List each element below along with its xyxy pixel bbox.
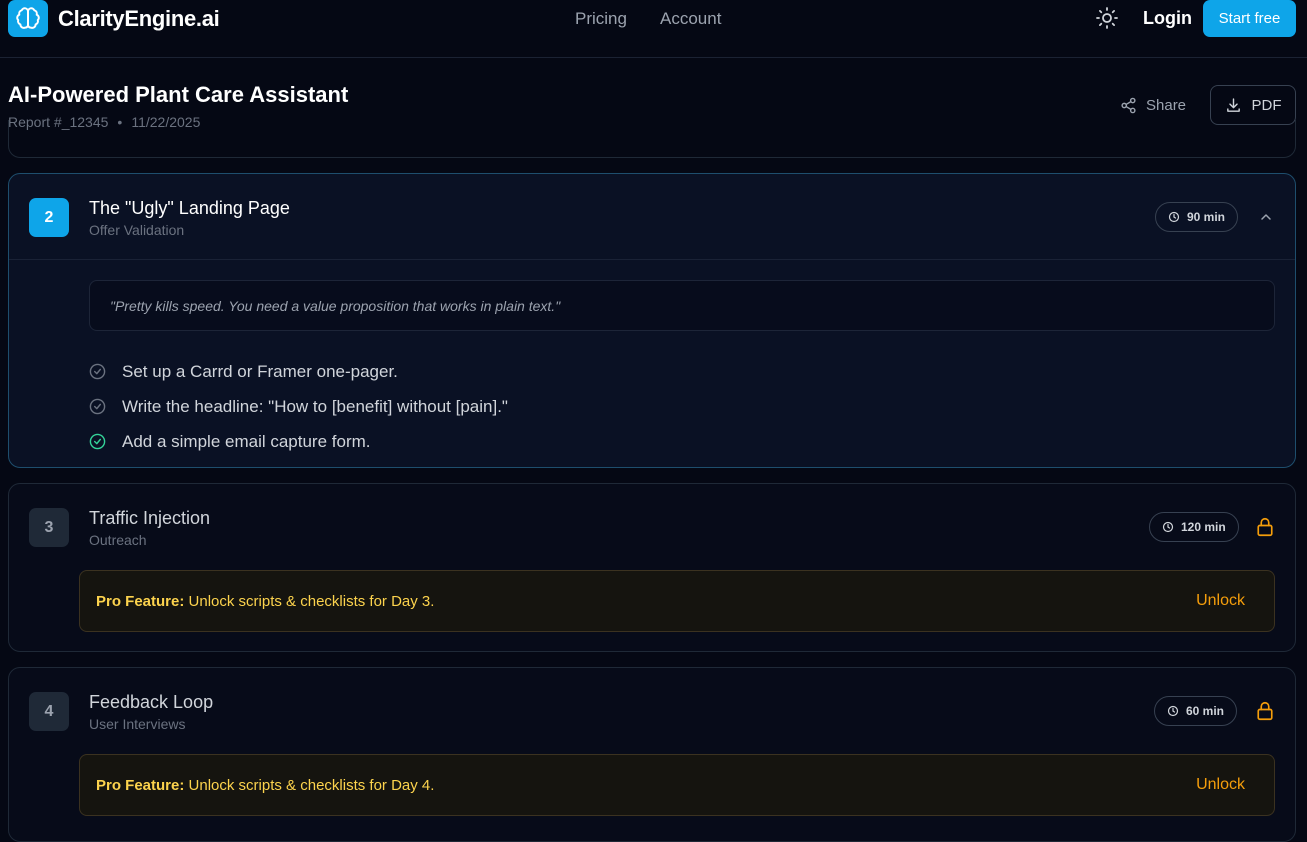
task-item[interactable]: Set up a Carrd or Framer one-pager. [89,354,508,389]
day-title: Traffic Injection [89,508,211,528]
pro-feature-label: Pro Feature: [96,776,185,794]
duration-text: 90 min [1187,210,1226,224]
clock-icon [1167,705,1179,717]
day-subtitle: Offer Validation [89,222,185,238]
day-card-2: 2 The "Ugly" Landing Page Offer Validati… [8,173,1296,468]
meta-separator: • [117,114,123,130]
task-text: Add a simple email capture form. [122,431,371,451]
clock-icon [1168,211,1180,223]
pdf-button[interactable]: PDF [1210,85,1296,125]
duration-badge: 60 min [1154,696,1238,726]
unlock-button[interactable]: Unlock [1196,776,1245,794]
start-free-button[interactable]: Start free [1203,0,1296,37]
day-card-4: 4 Feedback Loop User Interviews 60 min P… [8,667,1296,842]
pro-feature-banner: Pro Feature: Unlock scripts & checklists… [79,570,1275,632]
chevron-up-icon[interactable] [1258,209,1274,225]
check-circle-icon[interactable] [89,398,106,415]
top-navbar: ClarityEngine.ai Pricing Account Login S… [0,0,1307,58]
task-text: Set up a Carrd or Framer one-pager. [122,361,398,381]
share-label: Share [1146,96,1187,114]
task-item[interactable]: Write the headline: "How to [benefit] wi… [89,389,508,424]
duration-badge: 90 min [1155,202,1239,232]
duration-badge: 120 min [1149,512,1239,542]
day-number-badge: 3 [29,508,69,547]
lock-icon [1257,701,1273,721]
report-date: 11/22/2025 [131,114,201,130]
pro-feature-text: Unlock scripts & checklists for Day 3. [188,592,435,610]
task-text: Write the headline: "How to [benefit] wi… [122,396,508,416]
lock-icon [1257,517,1273,537]
pro-feature-message: Pro Feature: Unlock scripts & checklists… [96,777,434,794]
day-card-header[interactable]: 2 The "Ugly" Landing Page Offer Validati… [9,174,1295,260]
day-title: Feedback Loop [89,692,214,712]
quote-box: "Pretty kills speed. You need a value pr… [89,280,1275,331]
duration-text: 120 min [1181,520,1226,534]
day-number-badge: 4 [29,692,69,731]
pro-feature-label: Pro Feature: [96,592,185,610]
unlock-button[interactable]: Unlock [1196,592,1245,610]
previous-card-edge [8,120,1296,158]
pro-feature-banner: Pro Feature: Unlock scripts & checklists… [79,754,1275,816]
report-meta: Report #_12345 • 11/22/2025 [8,114,200,130]
brain-icon[interactable] [8,0,48,37]
task-checklist: Set up a Carrd or Framer one-pager. Writ… [89,354,508,459]
nav-link-account[interactable]: Account [660,9,721,29]
share-button[interactable]: Share [1120,94,1186,116]
check-circle-icon[interactable] [89,363,106,380]
day-card-header[interactable]: 4 Feedback Loop User Interviews 60 min [9,668,1295,754]
day-card-header[interactable]: 3 Traffic Injection Outreach 120 min [9,484,1295,570]
day-card-3: 3 Traffic Injection Outreach 120 min Pro… [8,483,1296,652]
clock-icon [1162,521,1174,533]
day-subtitle: User Interviews [89,716,186,732]
brand-name[interactable]: ClarityEngine.ai [58,6,220,32]
check-circle-icon[interactable] [89,433,106,450]
download-icon [1226,97,1240,112]
report-id: Report #_12345 [8,114,109,130]
share-icon [1121,97,1136,113]
nav-link-pricing[interactable]: Pricing [575,9,627,29]
sun-icon[interactable] [1095,6,1119,30]
day-title: The "Ugly" Landing Page [89,198,290,218]
login-link[interactable]: Login [1143,8,1192,29]
day-number-badge: 2 [29,198,69,237]
pdf-label: PDF [1251,96,1282,114]
report-title: AI-Powered Plant Care Assistant [8,82,349,107]
duration-text: 60 min [1186,704,1225,718]
task-item[interactable]: Add a simple email capture form. [89,424,508,459]
day-subtitle: Outreach [89,532,147,548]
pro-feature-text: Unlock scripts & checklists for Day 4. [188,776,435,794]
pro-feature-message: Pro Feature: Unlock scripts & checklists… [96,593,434,610]
